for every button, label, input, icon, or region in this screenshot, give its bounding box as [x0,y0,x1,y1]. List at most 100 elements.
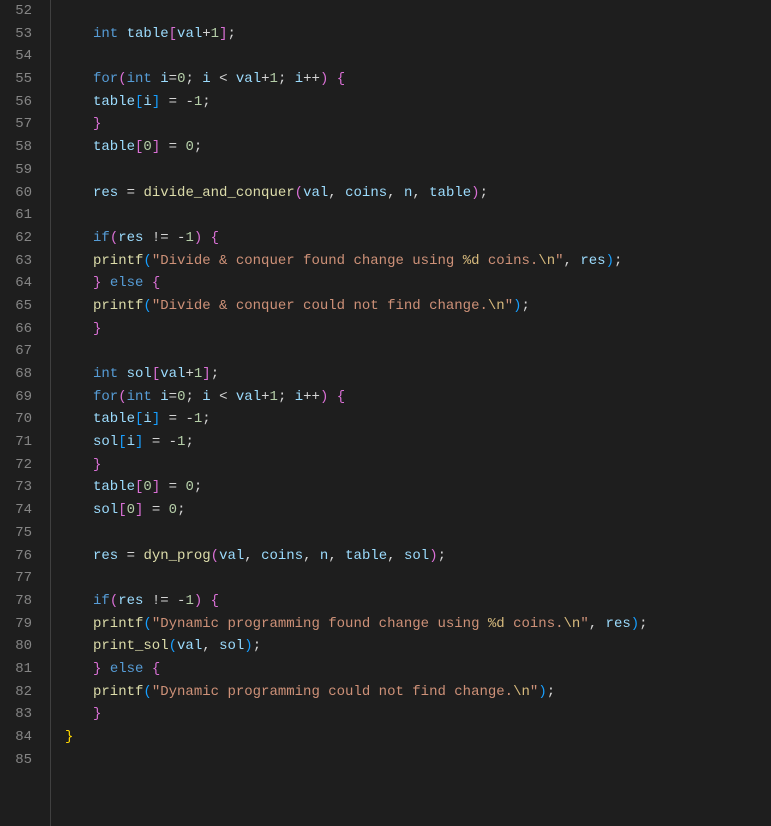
code-token: ; [480,185,488,201]
code-token: sol [404,548,429,564]
code-line[interactable]: for(int i=0; i < val+1; i++) { [65,68,771,91]
code-line[interactable] [65,159,771,182]
code-token: ( [143,616,151,632]
code-token: ( [143,253,151,269]
code-token: for [93,389,118,405]
code-token: } [93,706,101,722]
code-editor[interactable]: 5253545556575859606162636465666768697071… [0,0,771,826]
code-line[interactable]: int table[val+1]; [65,23,771,46]
code-token: ) [194,230,202,246]
code-token: if [93,230,110,246]
code-line[interactable]: printf("Divide & conquer could not find … [65,295,771,318]
code-token: \n [513,684,530,700]
code-token: %d [463,253,480,269]
code-line[interactable] [65,749,771,772]
code-line[interactable]: table[i] = -1; [65,408,771,431]
code-line[interactable]: } [65,318,771,341]
code-token: ) [538,684,546,700]
code-token: ; [185,71,202,87]
code-line[interactable] [65,0,771,23]
line-number: 64 [8,272,32,295]
code-token: "Dynamic programming found change using [152,616,488,632]
line-number: 54 [8,45,32,68]
code-line[interactable]: if(res != -1) { [65,227,771,250]
code-line[interactable]: } else { [65,658,771,681]
code-line[interactable]: printf("Dynamic programming found change… [65,613,771,636]
code-line[interactable]: res = divide_and_conquer(val, coins, n, … [65,182,771,205]
line-number: 69 [8,386,32,409]
code-token [143,275,151,291]
code-token: %d [488,616,505,632]
line-number: 59 [8,159,32,182]
code-line[interactable] [65,204,771,227]
code-token: ; [547,684,555,700]
code-token: ; [438,548,446,564]
code-line[interactable]: } [65,703,771,726]
code-token: ) [429,548,437,564]
line-number: 60 [8,182,32,205]
code-token: 0 [143,479,151,495]
code-token: [ [152,366,160,382]
code-line[interactable] [65,45,771,68]
code-token: < [211,389,236,405]
code-token: , [328,185,345,201]
code-line[interactable]: sol[i] = -1; [65,431,771,454]
line-number: 84 [8,726,32,749]
code-token: 1 [270,389,278,405]
code-token: res [606,616,631,632]
code-line[interactable]: } [65,454,771,477]
code-line[interactable] [65,567,771,590]
code-token: { [211,593,219,609]
code-token: ; [194,139,202,155]
line-number: 57 [8,113,32,136]
code-token: ( [110,593,118,609]
code-token: = - [143,434,177,450]
code-line[interactable]: printf("Dynamic programming could not fi… [65,681,771,704]
code-token: i [295,71,303,87]
code-token: i [295,389,303,405]
code-token: val [236,389,261,405]
code-token: ; [211,366,219,382]
code-token: [ [118,434,126,450]
line-number: 82 [8,681,32,704]
code-token: ; [177,502,185,518]
code-text-area[interactable]: int table[val+1]; for(int i=0; i < val+1;… [50,0,771,826]
code-line[interactable]: } [65,113,771,136]
code-line[interactable]: int sol[val+1]; [65,363,771,386]
code-token: 0 [169,502,177,518]
code-line[interactable]: print_sol(val, sol); [65,635,771,658]
code-token: = [118,548,143,564]
code-token: table [127,26,169,42]
code-token: " [505,298,513,314]
code-token [101,275,109,291]
code-line[interactable] [65,340,771,363]
code-token: ; [278,389,295,405]
code-token: 1 [194,94,202,110]
code-token: coins. [505,616,564,632]
code-line[interactable]: for(int i=0; i < val+1; i++) { [65,386,771,409]
code-line[interactable]: } else { [65,272,771,295]
code-token: else [110,275,144,291]
code-line[interactable]: table[i] = -1; [65,91,771,114]
code-line[interactable]: res = dyn_prog(val, coins, n, table, sol… [65,545,771,568]
code-line[interactable] [65,522,771,545]
code-token: i [143,411,151,427]
code-token: 1 [185,230,193,246]
line-number: 55 [8,68,32,91]
code-token: res [118,593,143,609]
code-token: ( [110,230,118,246]
code-token: i [160,71,168,87]
code-line[interactable]: sol[0] = 0; [65,499,771,522]
code-token: val [303,185,328,201]
code-line[interactable]: table[0] = 0; [65,476,771,499]
code-token: table [429,185,471,201]
code-line[interactable]: printf("Divide & conquer found change us… [65,250,771,273]
code-token: ) [194,593,202,609]
code-line[interactable]: table[0] = 0; [65,136,771,159]
line-number: 52 [8,0,32,23]
code-line[interactable]: } [65,726,771,749]
line-number: 71 [8,431,32,454]
code-line[interactable]: if(res != -1) { [65,590,771,613]
code-token: != - [143,230,185,246]
code-token: \n [538,253,555,269]
